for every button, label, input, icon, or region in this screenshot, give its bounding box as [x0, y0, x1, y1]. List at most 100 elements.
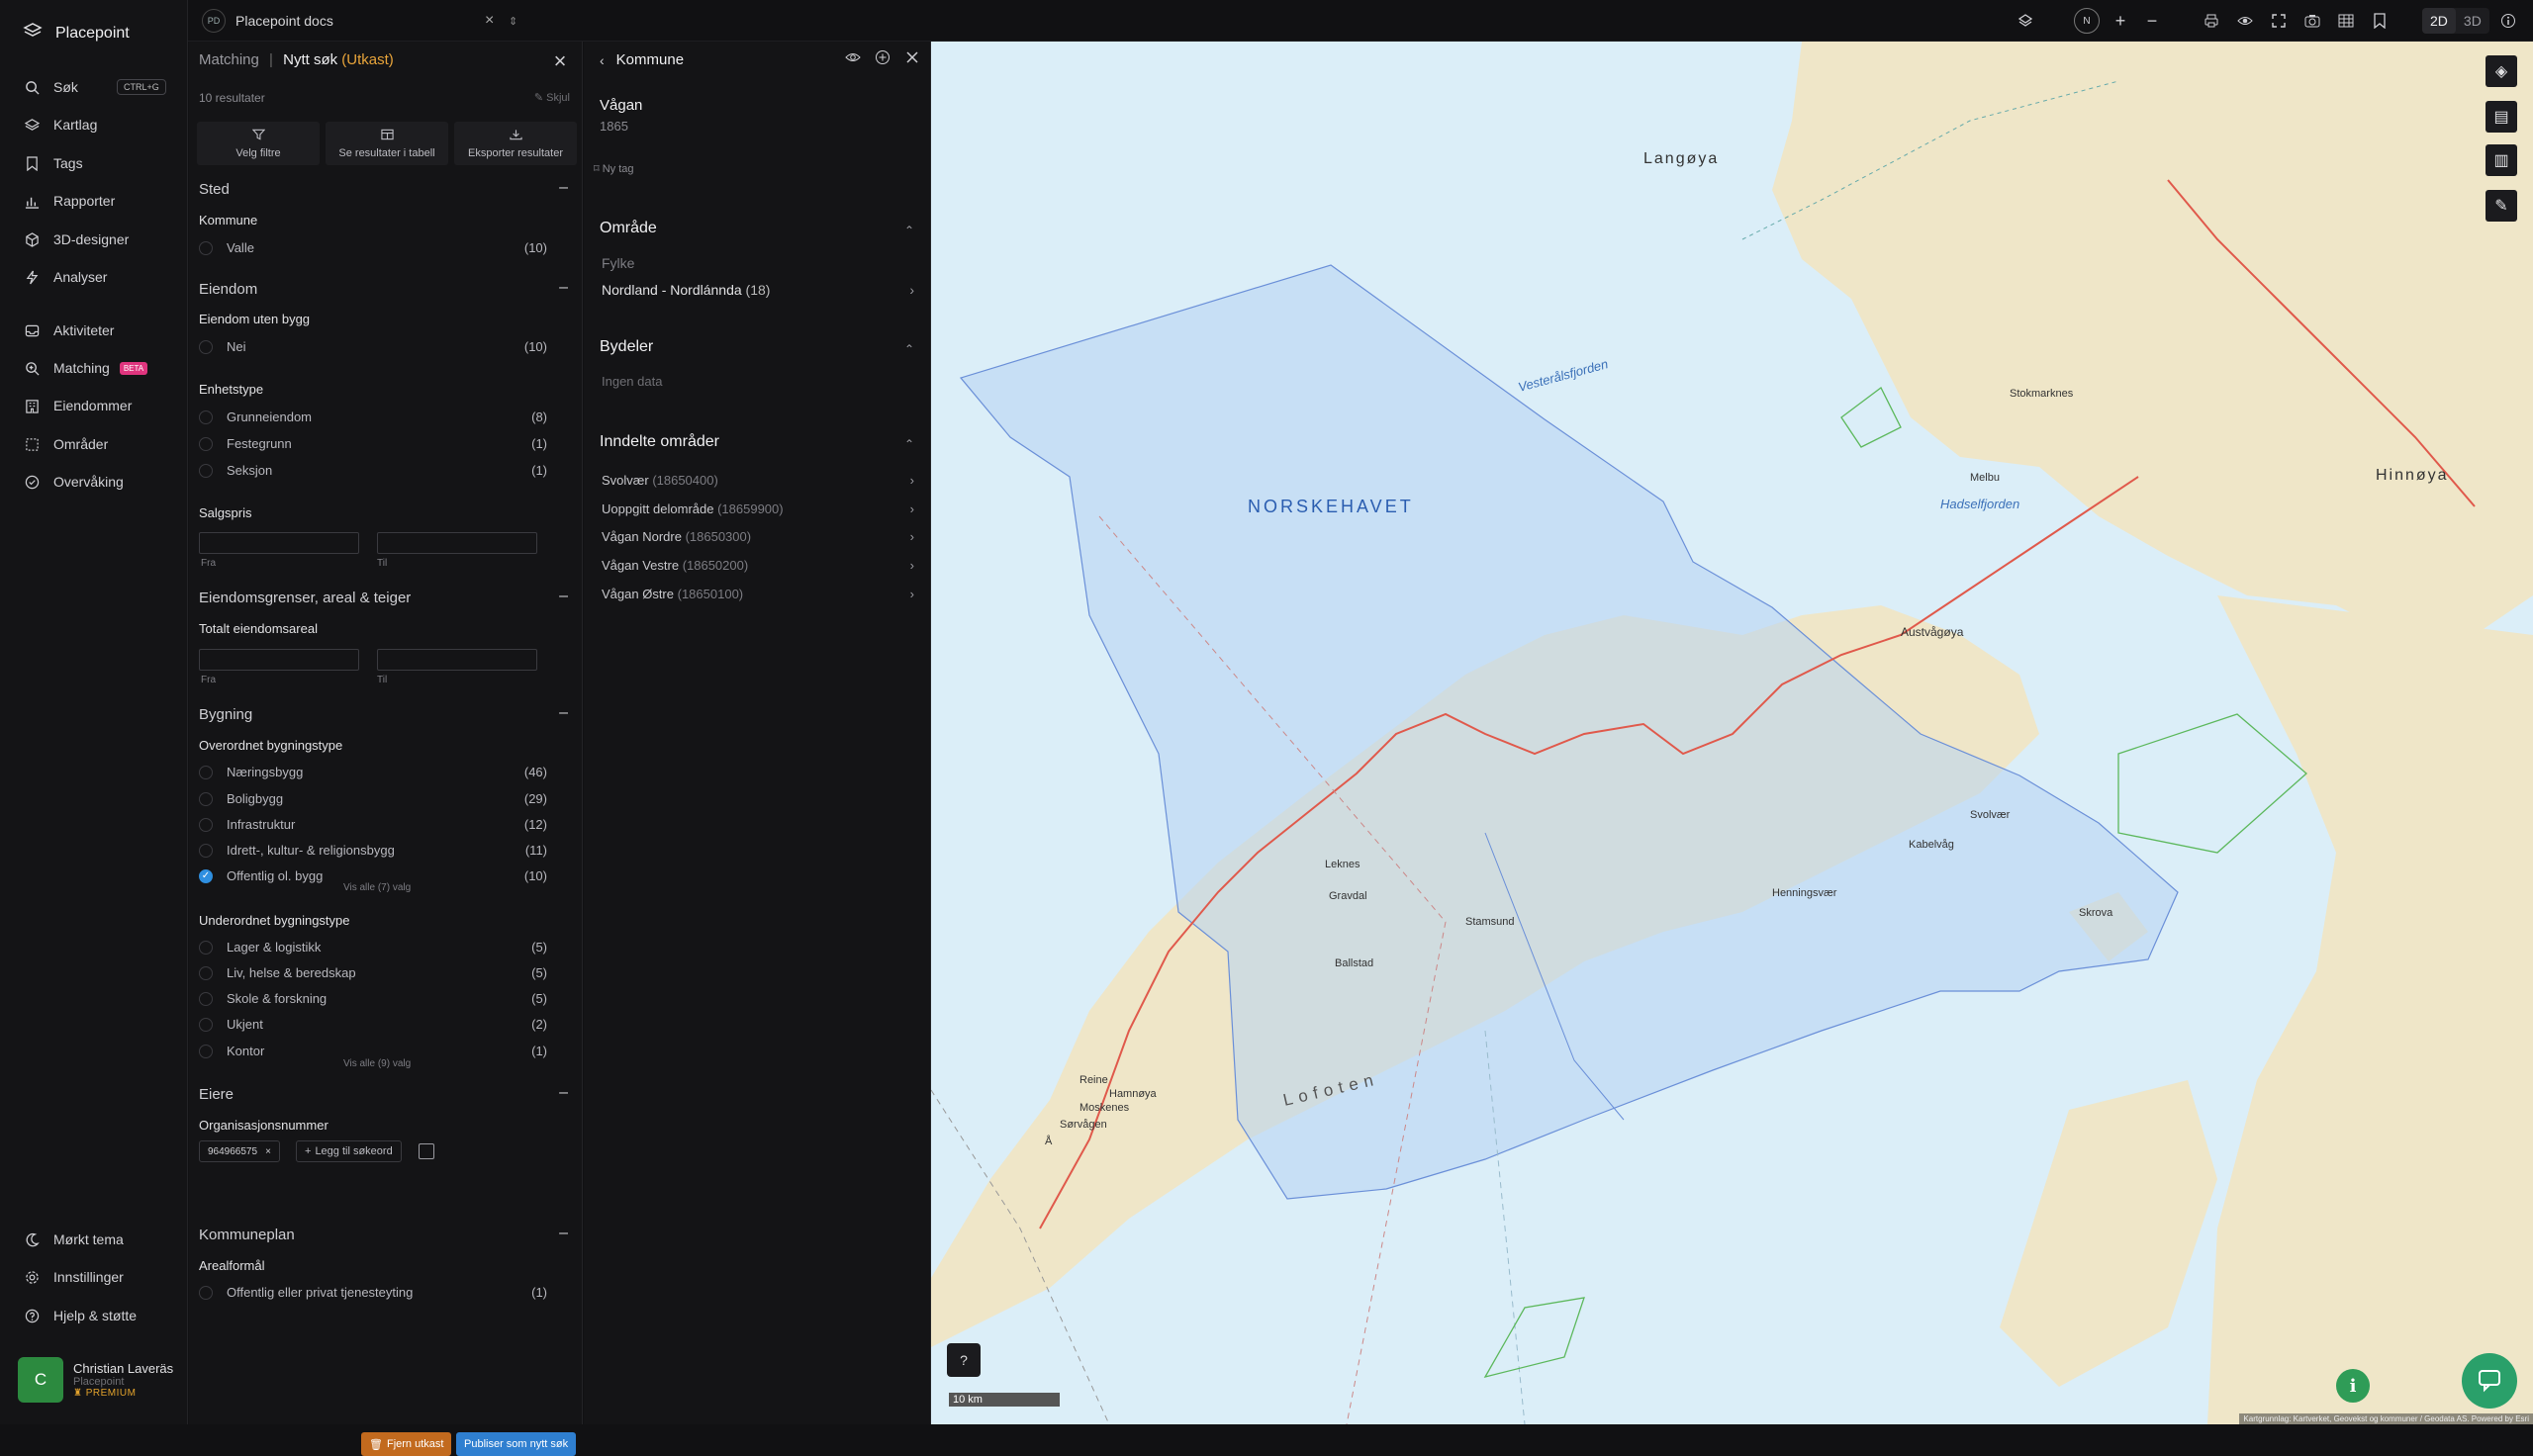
eye-icon[interactable] — [2234, 8, 2256, 34]
section-bydeler[interactable]: Bydeler — [600, 338, 653, 356]
add-circle-icon[interactable] — [875, 49, 891, 70]
section-grenser[interactable]: Eiendomsgrenser, areal & teiger — [199, 590, 411, 606]
view-table-button[interactable]: Se resultater i tabell — [326, 122, 448, 165]
map-measure-tool[interactable]: ▤ — [2486, 101, 2517, 133]
brand[interactable]: Placepoint — [22, 20, 130, 46]
areal-to-input[interactable] — [377, 649, 537, 671]
list-item[interactable]: Vågan Nordre (18650300) › — [602, 529, 914, 544]
map-canvas[interactable]: NORSKEHAVET Lofoten Vesterålsfjorden Had… — [931, 42, 2533, 1424]
option-festegrunn[interactable]: Festegrunn (1) — [199, 436, 575, 451]
chevron-up-icon[interactable]: ⌃ — [904, 342, 914, 356]
remove-draft-button[interactable]: 🗑 Fjern utkast — [361, 1432, 452, 1456]
close-icon[interactable] — [904, 49, 920, 70]
checkbox[interactable] — [199, 991, 213, 1006]
map-layer-tool[interactable]: ◈ — [2486, 55, 2517, 87]
org-number-chip[interactable]: 964966575 × — [199, 1140, 280, 1162]
view-mode-toggle[interactable]: 2D 3D — [2422, 8, 2489, 34]
option-lager[interactable]: Lager & logistikk (5) — [199, 940, 575, 955]
nav-item-dark-theme[interactable]: Mørkt tema — [24, 1228, 178, 1250]
fullscreen-icon[interactable] — [2268, 8, 2290, 34]
nav-item-overvaking[interactable]: Overvåking — [24, 471, 178, 493]
copy-icon[interactable] — [419, 1143, 434, 1159]
option-seksjon[interactable]: Seksjon (1) — [199, 463, 575, 478]
option-nei[interactable]: Nei (10) — [199, 339, 575, 354]
list-item[interactable]: Vågan Vestre (18650200) › — [602, 558, 914, 573]
option-offentlig-tjenesteyting[interactable]: Offentlig eller privat tjenesteyting (1) — [199, 1285, 575, 1300]
collapse-icon[interactable]: – — [559, 179, 568, 197]
eye-icon[interactable] — [845, 49, 861, 70]
collapse-icon[interactable]: – — [559, 1225, 568, 1242]
nav-item-aktiviteter[interactable]: Aktiviteter — [24, 319, 178, 341]
workspace-selector[interactable]: PD Placepoint docs × ⇕ — [202, 6, 528, 36]
layers-toggle-icon[interactable] — [2015, 8, 2036, 34]
section-omrade[interactable]: Område — [600, 220, 657, 237]
collapse-icon[interactable]: – — [559, 588, 568, 605]
nav-item-help[interactable]: Hjelp & støtte — [24, 1305, 178, 1326]
chat-button[interactable] — [2462, 1353, 2517, 1409]
checkbox[interactable] — [199, 765, 213, 779]
checkbox[interactable] — [199, 843, 213, 858]
zoom-out-icon[interactable]: − — [2143, 8, 2161, 34]
nav-item-settings[interactable]: Innstillinger — [24, 1266, 178, 1288]
option-skole[interactable]: Skole & forskning (5) — [199, 991, 575, 1006]
info-icon[interactable] — [2497, 8, 2519, 34]
zoom-in-icon[interactable]: + — [2111, 8, 2129, 34]
bookmark-toolbar-icon[interactable] — [2369, 8, 2391, 34]
breadcrumb[interactable]: Matching — [199, 51, 259, 68]
nav-item-tags[interactable]: Tags — [24, 152, 178, 174]
map-draw-tool[interactable]: ✎ — [2486, 190, 2517, 222]
publish-search-button[interactable]: Publiser som nytt søk — [456, 1432, 577, 1456]
nav-item-3d-designer[interactable]: 3D-designer — [24, 228, 178, 250]
fylke-row[interactable]: Nordland - Nordlánnda (18) › — [602, 282, 914, 298]
export-results-button[interactable]: Eksporter resultater — [454, 122, 577, 165]
option-grunneiendom[interactable]: Grunneiendom (8) — [199, 410, 575, 424]
map-help-button[interactable]: ? — [947, 1343, 981, 1377]
chevron-up-icon[interactable]: ⌃ — [904, 437, 914, 451]
user-profile[interactable]: C Christian Laveräs Placepoint ♜ PREMIUM — [18, 1357, 173, 1403]
checkbox[interactable] — [199, 1017, 213, 1032]
show-all-link[interactable]: Vis alle (7) valg — [343, 882, 411, 893]
hide-button[interactable]: ✎ Skjul — [534, 91, 570, 104]
list-item[interactable]: Vågan Østre (18650100) › — [602, 587, 914, 601]
salgspris-from-input[interactable] — [199, 532, 359, 554]
section-inndelte[interactable]: Inndelte områder — [600, 433, 719, 451]
info-button[interactable]: i — [2336, 1369, 2370, 1403]
list-item[interactable]: Svolvær (18650400) › — [602, 473, 914, 488]
section-eiere[interactable]: Eiere — [199, 1086, 234, 1103]
checkbox[interactable] — [199, 940, 213, 955]
section-sted[interactable]: Sted — [199, 181, 230, 198]
checkbox[interactable] — [199, 1044, 213, 1058]
option-naeringsbygg[interactable]: Næringsbygg (46) — [199, 765, 575, 779]
grid-icon[interactable] — [2335, 8, 2357, 34]
nav-item-matching[interactable]: Matching BETA — [24, 357, 178, 379]
checkbox[interactable] — [199, 436, 213, 451]
checkbox[interactable] — [199, 965, 213, 980]
remove-chip-icon[interactable]: × — [265, 1146, 271, 1157]
salgspris-to-input[interactable] — [377, 532, 537, 554]
checkbox[interactable] — [199, 791, 213, 806]
section-kommuneplan[interactable]: Kommuneplan — [199, 1227, 295, 1243]
areal-from-input[interactable] — [199, 649, 359, 671]
option-boligbygg[interactable]: Boligbygg (29) — [199, 791, 575, 806]
nav-item-rapporter[interactable]: Rapporter — [24, 190, 178, 212]
section-eiendom[interactable]: Eiendom — [199, 281, 257, 298]
option-offentlig[interactable]: ✓ Offentlig ol. bygg (10) — [199, 868, 575, 883]
checkbox[interactable] — [199, 463, 213, 478]
map-chart-tool[interactable]: ▥ — [2486, 144, 2517, 176]
collapse-icon[interactable]: – — [559, 279, 568, 297]
clear-icon[interactable]: × — [485, 12, 494, 30]
add-keyword-button[interactable]: + Legg til søkeord — [296, 1140, 402, 1162]
option-liv-helse[interactable]: Liv, helse & beredskap (5) — [199, 965, 575, 980]
nav-item-omrader[interactable]: Områder — [24, 433, 178, 455]
chevron-updown-icon[interactable]: ⇕ — [509, 15, 517, 28]
nav-item-analyser[interactable]: Analyser — [24, 266, 178, 288]
option-idrett[interactable]: Idrett-, kultur- & religionsbygg (11) — [199, 843, 575, 858]
section-bygning[interactable]: Bygning — [199, 706, 252, 723]
chevron-up-icon[interactable]: ⌃ — [904, 224, 914, 237]
compass-icon[interactable]: N — [2074, 8, 2100, 34]
nav-item-eiendommer[interactable]: Eiendommer — [24, 395, 178, 416]
list-item[interactable]: Uoppgitt delområde (18659900) › — [602, 501, 914, 516]
back-chevron-icon[interactable]: ‹ — [600, 52, 605, 68]
nav-item-kartlag[interactable]: Kartlag — [24, 114, 178, 136]
mode-2d-button[interactable]: 2D — [2422, 8, 2456, 34]
